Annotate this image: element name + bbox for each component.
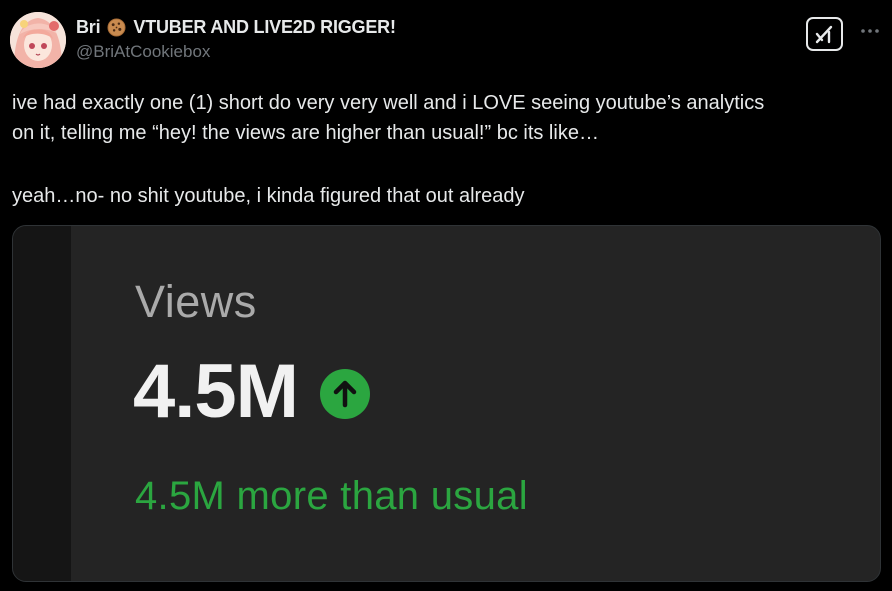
analytics-label: Views bbox=[135, 276, 257, 327]
attached-image[interactable]: Views 4.5M 4.5M more than usual bbox=[12, 225, 881, 582]
analytics-value-row: 4.5M bbox=[133, 354, 370, 430]
author-name-suffix[interactable]: VTUBER AND LIVE2D RIGGER! bbox=[133, 17, 396, 38]
image-side-strip bbox=[13, 226, 71, 581]
tweet-line: ive had exactly one (1) short do very ve… bbox=[12, 92, 765, 114]
avatar[interactable] bbox=[10, 12, 66, 68]
analytics-comparison-note: 4.5M more than usual bbox=[135, 474, 528, 518]
cookie-icon bbox=[107, 18, 126, 37]
author-name-row[interactable]: Bri VTUBER AND LIVE2D RIGGER! bbox=[76, 17, 396, 38]
grok-icon bbox=[814, 23, 836, 45]
more-dots-icon bbox=[860, 21, 880, 39]
more-options-button[interactable] bbox=[856, 18, 884, 42]
tweet-line: on it, telling me “hey! the views are hi… bbox=[12, 122, 599, 144]
tweet-text: ive had exactly one (1) short do very ve… bbox=[12, 88, 872, 211]
analytics-value: 4.5M bbox=[133, 349, 299, 434]
grok-button[interactable] bbox=[806, 17, 843, 51]
author-handle[interactable]: @BriAtCookiebox bbox=[76, 42, 210, 62]
author-name[interactable]: Bri bbox=[76, 17, 101, 38]
up-arrow-icon bbox=[319, 369, 370, 419]
tweet-post: Bri VTUBER AND LIVE2D RIGGER! @BriAtCook… bbox=[0, 0, 892, 591]
tweet-line: yeah…no- no shit youtube, i kinda figure… bbox=[12, 185, 525, 207]
